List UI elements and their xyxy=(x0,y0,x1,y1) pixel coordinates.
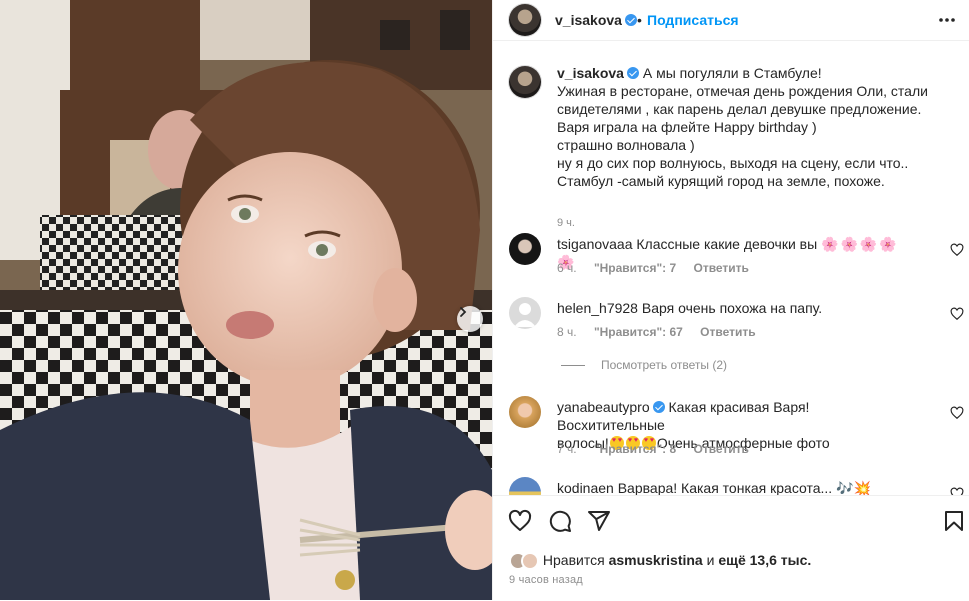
commenter-avatar[interactable] xyxy=(509,297,541,329)
liker-avatar xyxy=(521,552,539,571)
comment-text: Варя очень похожа на папу. xyxy=(641,300,823,316)
commenter-avatar[interactable] xyxy=(509,233,541,265)
commenter-avatar[interactable] xyxy=(509,477,541,495)
post-panel: v_isakova • Подписаться v_isakova А мы п… xyxy=(492,0,969,600)
comment-body: kodinaen Варвара! Какая тонкая красота..… xyxy=(557,479,917,495)
comment-heart-icon[interactable] xyxy=(950,487,964,495)
chevron-right-icon xyxy=(460,307,467,317)
commenter-avatar[interactable] xyxy=(509,396,541,428)
reply-button[interactable]: Ответить xyxy=(700,325,755,339)
comment-meta: 6 ч. "Нравится": 7 Ответить xyxy=(557,261,763,275)
comment-likes[interactable]: "Нравится": 7 xyxy=(594,261,676,275)
comment-time[interactable]: 6 ч. xyxy=(557,261,577,275)
reply-button[interactable]: Ответить xyxy=(693,442,748,456)
comment-body: helen_h7928 Варя очень похожа на папу. xyxy=(557,299,917,317)
comment-likes[interactable]: "Нравится": 8 xyxy=(594,442,676,456)
caption-avatar[interactable] xyxy=(509,66,541,98)
caption-timestamp[interactable]: 9 ч. xyxy=(557,217,575,229)
likes-count[interactable]: ещё 13,6 тыс. xyxy=(718,552,811,568)
view-replies-button[interactable]: Посмотреть ответы (2) xyxy=(561,358,727,372)
likes-summary: Нравится asmuskristina и ещё 13,6 тыс. xyxy=(509,550,811,571)
share-icon[interactable] xyxy=(587,509,611,533)
photo-illustration xyxy=(0,0,492,600)
comment-emoji: 🎶💥 xyxy=(836,480,871,495)
verified-badge-icon xyxy=(652,401,665,413)
author-avatar[interactable] xyxy=(509,4,541,36)
post-actions: Нравится asmuskristina и ещё 13,6 тыс. 9… xyxy=(493,495,969,601)
verified-badge-icon xyxy=(624,14,637,26)
likes-prefix: Нравится xyxy=(542,552,605,568)
more-options-icon[interactable] xyxy=(936,10,958,30)
comment-username[interactable]: yanabeautypro xyxy=(557,399,665,415)
comment-meta: 7 ч. "Нравится": 8 Ответить xyxy=(557,442,763,456)
header-separator: • xyxy=(637,12,642,28)
verified-badge-icon xyxy=(626,67,639,79)
heart-icon[interactable] xyxy=(508,509,532,533)
bookmark-icon[interactable] xyxy=(942,509,966,533)
comment-icon[interactable] xyxy=(548,509,572,533)
likes-and: и xyxy=(706,552,715,568)
author-username[interactable]: v_isakova xyxy=(555,12,637,28)
next-photo-button[interactable] xyxy=(457,306,483,332)
comment-heart-icon[interactable] xyxy=(950,307,964,321)
comment-text: Варвара! Какая тонкая красота... xyxy=(617,480,833,495)
post-timestamp[interactable]: 9 часов назад xyxy=(509,574,583,586)
post-photo xyxy=(0,0,492,600)
comment-text: Классные какие девочки вы xyxy=(636,236,818,252)
caption-username[interactable]: v_isakova xyxy=(557,65,639,81)
comment-username[interactable]: kodinaen xyxy=(557,480,614,495)
comment-heart-icon[interactable] xyxy=(950,243,964,257)
comment-time[interactable]: 8 ч. xyxy=(557,325,577,339)
liker-username[interactable]: asmuskristina xyxy=(609,552,703,568)
post-header: v_isakova • Подписаться xyxy=(493,0,969,41)
default-avatar-icon xyxy=(514,303,536,327)
comment-likes[interactable]: "Нравится": 67 xyxy=(594,325,683,339)
follow-button[interactable]: Подписаться xyxy=(647,12,739,28)
reply-button[interactable]: Ответить xyxy=(693,261,748,275)
comment-heart-icon[interactable] xyxy=(950,406,964,420)
comment-username[interactable]: tsiganovaaa xyxy=(557,236,633,252)
caption-body: А мы погуляли в Стамбуле! Ужиная в ресто… xyxy=(557,65,928,189)
comments-scroll[interactable]: v_isakova А мы погуляли в Стамбуле! Ужин… xyxy=(493,41,969,495)
comment-meta: 8 ч. "Нравится": 67 Ответить xyxy=(557,325,770,339)
comment-time[interactable]: 7 ч. xyxy=(557,442,577,456)
comment-username[interactable]: helen_h7928 xyxy=(557,300,638,316)
caption-text: v_isakova А мы погуляли в Стамбуле! Ужин… xyxy=(557,64,952,190)
